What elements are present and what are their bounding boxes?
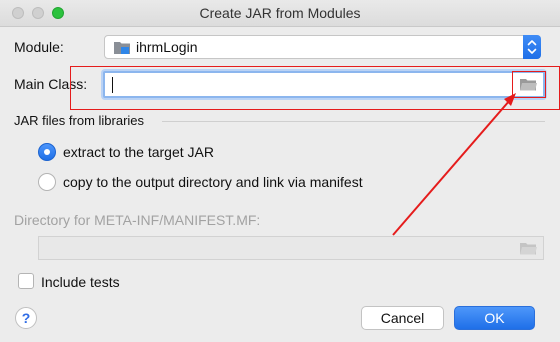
module-select[interactable]: ihrmLogin [104,35,541,59]
text-caret [112,77,113,93]
radio-copy[interactable] [38,173,56,191]
radio-extract-label[interactable]: extract to the target JAR [63,144,214,160]
folder-icon [520,243,537,255]
main-class-label: Main Class: [14,76,88,92]
radio-extract[interactable] [38,143,56,161]
help-button[interactable]: ? [15,307,37,329]
title-bar: Create JAR from Modules [0,0,560,27]
manifest-dir-label: Directory for META-INF/MANIFEST.MF: [14,212,261,228]
include-tests-checkbox[interactable] [18,273,34,289]
module-label: Module: [14,39,64,55]
folder-icon[interactable] [519,77,537,92]
manifest-dir-input [38,236,544,260]
ok-button[interactable]: OK [454,306,535,330]
window-title: Create JAR from Modules [199,5,361,21]
jar-section-label: JAR files from libraries [14,113,145,128]
module-folder-icon [114,42,130,54]
include-tests-label[interactable]: Include tests [41,274,120,290]
radio-copy-label[interactable]: copy to the output directory and link vi… [63,174,363,190]
module-select-value: ihrmLogin [136,39,198,55]
main-class-input[interactable] [103,71,545,98]
section-divider [162,121,545,122]
cancel-button[interactable]: Cancel [361,306,444,330]
up-down-chevron-icon[interactable] [523,35,541,59]
